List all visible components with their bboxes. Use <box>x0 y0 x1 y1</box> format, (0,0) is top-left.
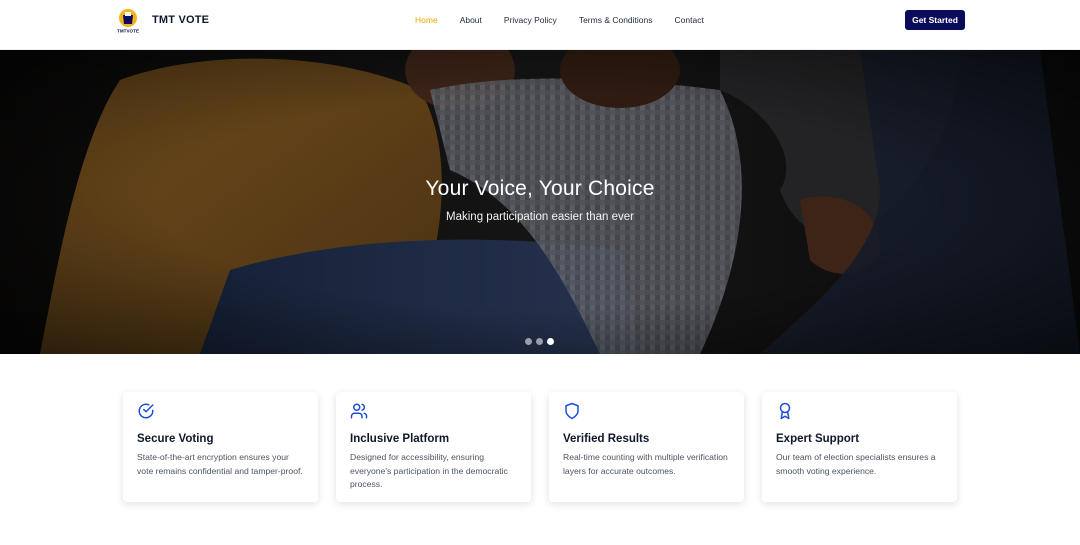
hero-image <box>0 50 1080 354</box>
feature-card: Verified Results Real-time counting with… <box>549 392 744 502</box>
feature-text: Designed for accessibility, ensuring eve… <box>350 452 508 489</box>
award-icon <box>779 402 791 420</box>
feature-title: Secure Voting <box>137 433 214 445</box>
carousel-indicators <box>525 338 558 345</box>
nav-contact[interactable]: Contact <box>675 15 704 25</box>
hero-subtitle: Making participation easier than ever <box>446 211 634 223</box>
shield-icon <box>565 402 579 420</box>
feature-title: Verified Results <box>563 433 650 445</box>
hero-carousel: Your Voice, Your Choice Making participa… <box>0 50 1080 354</box>
feature-card: Inclusive Platform Designed for accessib… <box>336 392 531 502</box>
carousel-dot-2[interactable] <box>536 338 543 345</box>
logo: TMTVOTE <box>114 6 142 34</box>
feature-text: Our team of election specialists ensures… <box>776 452 936 476</box>
feature-card: Secure Voting State-of-the-art encryptio… <box>123 392 318 502</box>
logo-text: TMTVOTE <box>117 29 139 34</box>
navbar: TMTVOTE TMT VOTE Home About Privacy Poli… <box>0 0 1080 50</box>
feature-title: Expert Support <box>776 433 860 445</box>
nav-home[interactable]: Home <box>415 15 438 25</box>
main-nav: Home About Privacy Policy Terms & Condit… <box>415 0 726 40</box>
brand-link[interactable]: TMTVOTE TMT VOTE <box>114 6 209 34</box>
hero-title: Your Voice, Your Choice <box>425 177 655 200</box>
check-circle-icon <box>138 403 154 419</box>
nav-terms-conditions[interactable]: Terms & Conditions <box>579 15 653 25</box>
nav-about[interactable]: About <box>460 15 482 25</box>
feature-card: Expert Support Our team of election spec… <box>762 392 957 502</box>
carousel-dot-3[interactable] <box>547 338 554 345</box>
features-section: Secure Voting State-of-the-art encryptio… <box>123 392 975 502</box>
carousel-dot-1[interactable] <box>525 338 532 345</box>
brand-name: TMT VOTE <box>152 14 210 26</box>
feature-text: Real-time counting with multiple verific… <box>563 452 728 476</box>
get-started-button[interactable]: Get Started <box>905 10 965 30</box>
nav-privacy-policy[interactable]: Privacy Policy <box>504 15 557 25</box>
feature-title: Inclusive Platform <box>350 433 450 445</box>
feature-text: State-of-the-art encryption ensures your… <box>137 452 303 476</box>
users-icon <box>350 403 368 419</box>
